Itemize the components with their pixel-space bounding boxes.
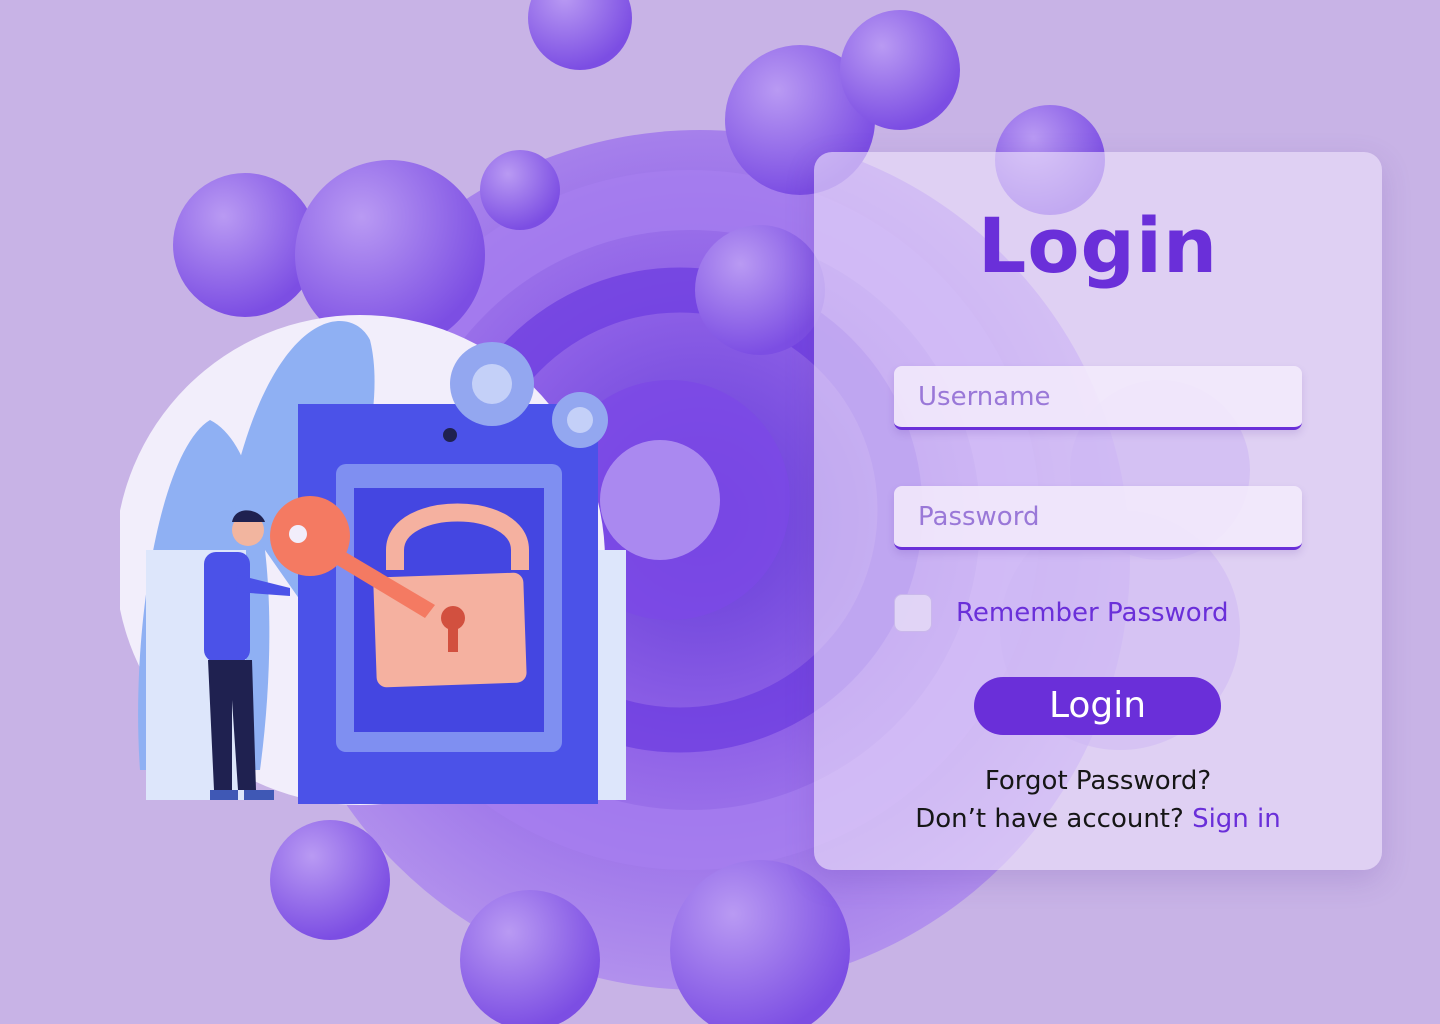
no-account-text: Don’t have account? [915,804,1184,834]
remember-password-checkbox[interactable] [894,594,932,632]
remember-password-row: Remember Password [894,594,1228,632]
login-title: Login [977,201,1219,290]
username-input[interactable] [894,366,1302,430]
forgot-password-link[interactable]: Forgot Password? [814,766,1382,796]
login-button[interactable]: Login [974,677,1221,735]
password-input[interactable] [894,486,1302,550]
remember-password-label[interactable]: Remember Password [956,598,1228,628]
security-illustration [120,315,626,805]
sign-in-link[interactable]: Sign in [1192,804,1281,834]
no-account-line: Don’t have account? Sign in [814,804,1382,834]
